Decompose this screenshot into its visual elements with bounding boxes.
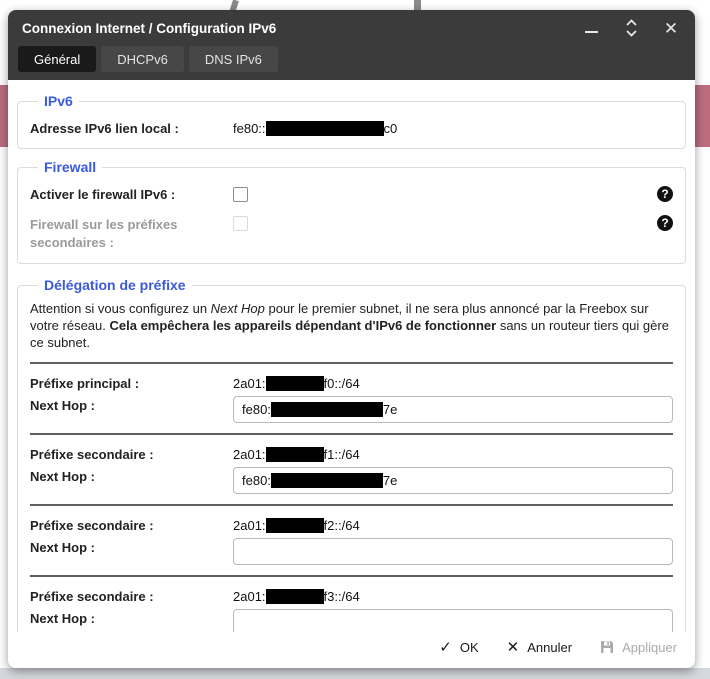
help-icon[interactable]: ? [657,215,673,231]
nexthop-label: Next Hop : [30,538,233,555]
prefix-post: f0::/64 [324,376,360,391]
dialog-title: Connexion Internet / Configuration IPv6 [22,21,581,36]
section-firewall: Firewall Activer le firewall IPv6 : ? Fi… [17,159,686,264]
redaction-box [266,447,324,462]
separator [30,433,673,435]
firewall-secondary-label: Firewall sur les préfixes secondaires : [30,214,233,251]
prefix-post: f3::/64 [324,589,360,604]
warning-text: Attention si vous configurez un [30,301,211,316]
minimize-icon [585,31,598,33]
prefix-value: 2a01: f1::/64 [233,445,360,462]
tab-bar: Général DHCPv6 DNS IPv6 [8,46,695,80]
background-bottom-strip [0,668,710,679]
nexthop-label: Next Hop : [30,467,233,484]
prefix-value: 2a01: f0::/64 [233,374,360,391]
nexthop-post: 7e [383,473,397,488]
prefix-group: Préfixe principal : 2a01: f0::/64 Next Ho… [30,374,673,435]
local-address-label: Adresse IPv6 lien local : [30,119,233,136]
prefix-pre: 2a01: [233,376,266,391]
prefix-group: Préfixe secondaire : 2a01: f1::/64 Next H… [30,445,673,506]
warning-text-italic: Next Hop [211,301,265,316]
nexthop-post: 7e [383,402,397,417]
ok-button[interactable]: ✓ OK [439,638,478,656]
redaction-box [271,473,383,488]
nexthop-label: Next Hop : [30,396,233,413]
apply-button-label: Appliquer [622,640,677,655]
local-address-pre: fe80:: [233,121,266,136]
redaction-box [266,518,324,533]
nexthop-input[interactable]: fe80: 7e [233,467,673,494]
delegation-warning: Attention si vous configurez un Next Hop… [30,301,673,352]
local-address-value: fe80::c0 [233,119,397,136]
chevrons-up-down-icon [625,19,638,37]
dialog-content: IPv6 Adresse IPv6 lien local : fe80::c0 … [8,80,695,668]
warning-text-bold: Cela empêchera les appareils dépendant d… [110,318,497,333]
prefix-label: Préfixe secondaire : [30,445,233,462]
separator [30,575,673,577]
separator [30,362,673,364]
firewall-secondary-checkbox [233,216,248,231]
section-ipv6-legend: IPv6 [38,93,79,109]
nexthop-input[interactable]: fe80: 7e [233,396,673,423]
prefix-value: 2a01: f3::/64 [233,587,360,604]
maximize-button[interactable] [621,18,641,38]
tab-general[interactable]: Général [18,46,96,72]
x-icon: ✕ [507,638,520,656]
prefix-pre: 2a01: [233,518,266,533]
save-icon [600,640,614,654]
ipv6-config-dialog: Connexion Internet / Configuration IPv6 … [8,10,695,668]
prefix-pre: 2a01: [233,447,266,462]
tab-dns-ipv6[interactable]: DNS IPv6 [189,46,278,72]
section-ipv6: IPv6 Adresse IPv6 lien local : fe80::c0 [17,93,686,149]
prefix-group: Préfixe secondaire : 2a01: f2::/64 Next H… [30,516,673,577]
prefix-label: Préfixe secondaire : [30,516,233,533]
close-icon: ✕ [664,20,678,37]
prefix-value: 2a01: f2::/64 [233,516,360,533]
tab-dhcpv6[interactable]: DHCPv6 [101,46,184,72]
firewall-enable-label: Activer le firewall IPv6 : [30,185,233,202]
help-icon[interactable]: ? [657,186,673,202]
nexthop-label: Next Hop : [30,609,233,626]
nexthop-pre: fe80: [242,402,271,417]
firewall-enable-checkbox[interactable] [233,187,248,202]
prefix-pre: 2a01: [233,589,266,604]
redaction-box [266,589,324,604]
redaction-box [266,376,324,391]
prefix-post: f2::/64 [324,518,360,533]
window-controls: ✕ [581,18,681,38]
dialog-titlebar[interactable]: Connexion Internet / Configuration IPv6 … [8,10,695,46]
prefix-label: Préfixe principal : [30,374,233,391]
prefix-post: f1::/64 [324,447,360,462]
local-address-post: c0 [384,121,398,136]
dialog-footer: ✓ OK ✕ Annuler Appliquer [8,632,695,668]
check-icon: ✓ [439,638,452,656]
nexthop-pre: fe80: [242,473,271,488]
section-prefix-delegation: Délégation de préfixe Attention si vous … [17,277,686,668]
redaction-box [271,402,383,417]
nexthop-input[interactable] [233,538,673,565]
redaction-box [266,121,384,136]
ok-button-label: OK [460,640,479,655]
separator [30,504,673,506]
minimize-button[interactable] [581,18,601,38]
cancel-button[interactable]: ✕ Annuler [507,638,572,656]
section-firewall-legend: Firewall [38,159,102,175]
apply-button: Appliquer [600,640,677,655]
cancel-button-label: Annuler [527,640,572,655]
prefix-label: Préfixe secondaire : [30,587,233,604]
section-delegation-legend: Délégation de préfixe [38,277,192,293]
close-button[interactable]: ✕ [661,18,681,38]
